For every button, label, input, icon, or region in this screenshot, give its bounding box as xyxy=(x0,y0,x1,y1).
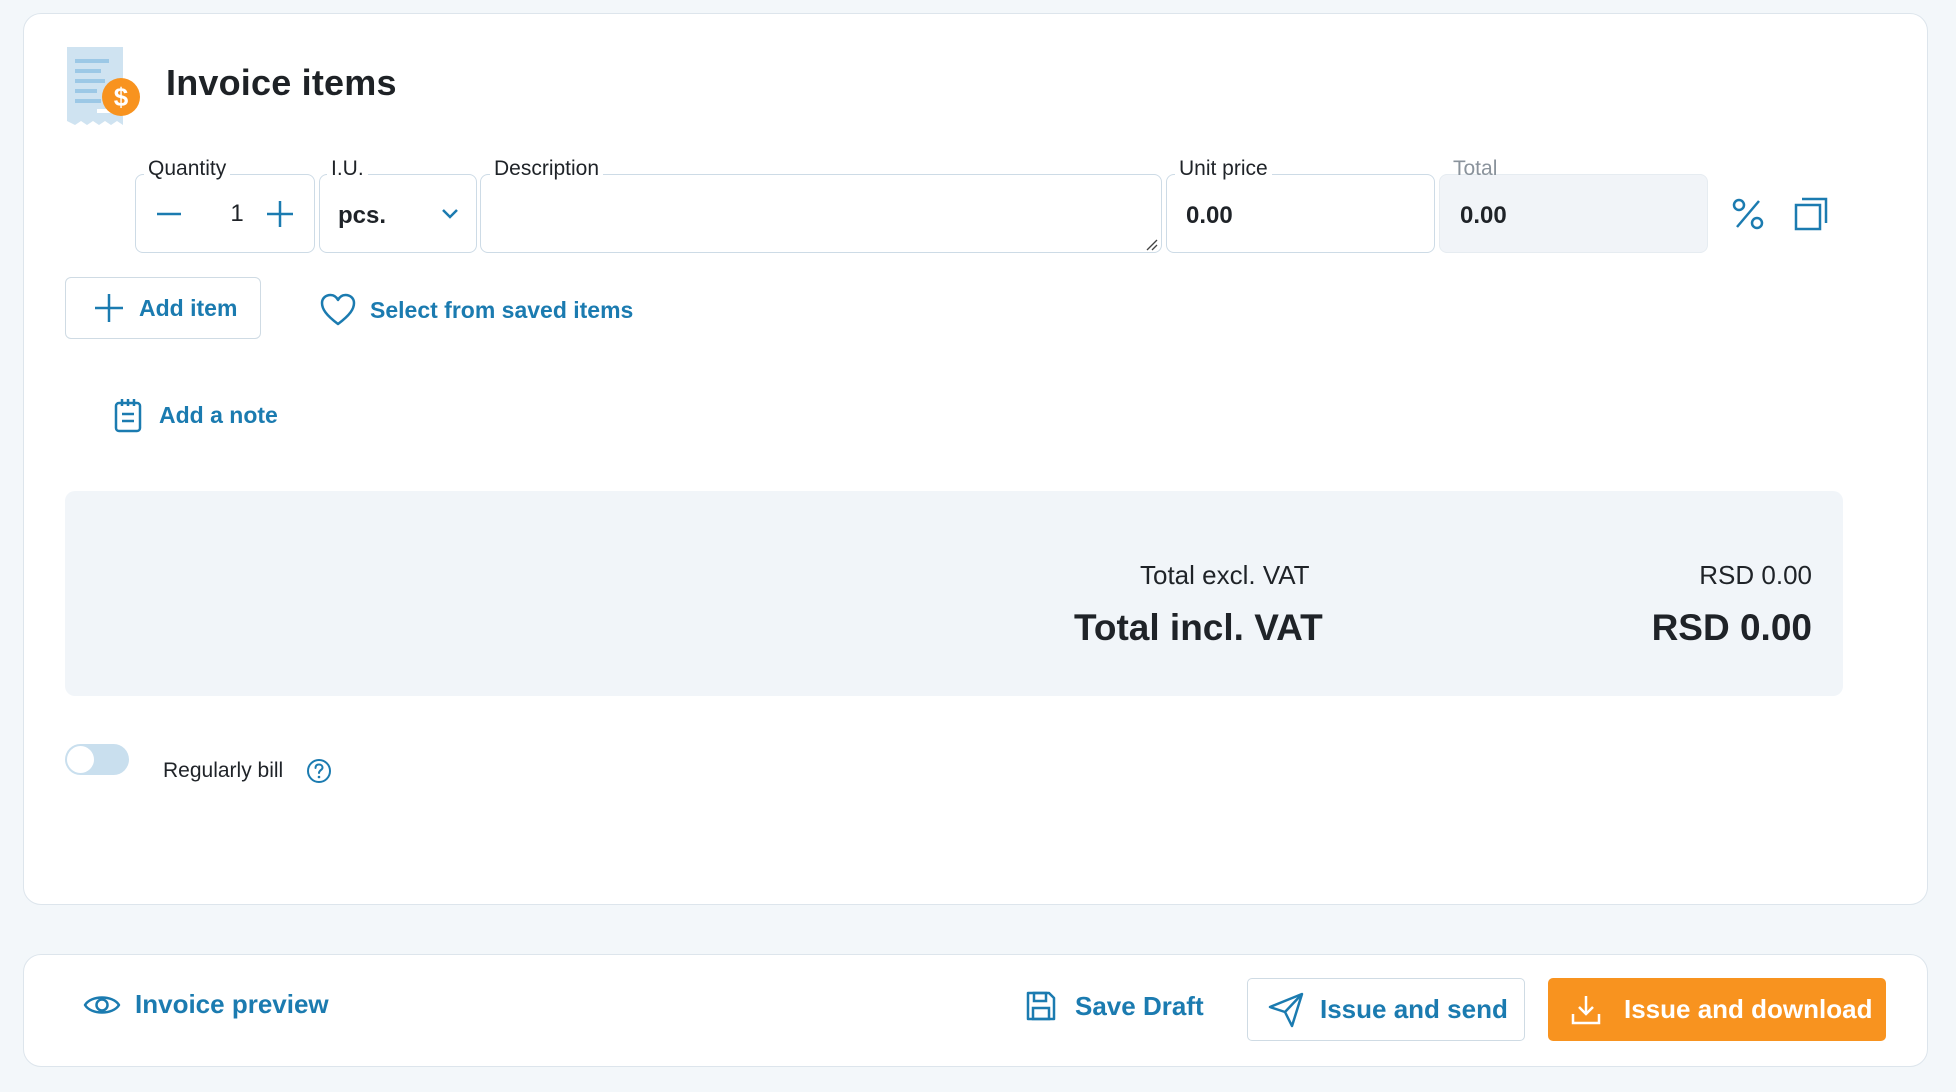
save-draft-label: Save Draft xyxy=(1075,990,1204,1021)
toggle-knob xyxy=(67,746,94,773)
notepad-icon xyxy=(111,397,145,433)
description-label: Description xyxy=(490,157,604,181)
unit-price-value[interactable]: 0.00 xyxy=(1186,202,1233,230)
section-title: Invoice items xyxy=(166,62,397,103)
plus-icon xyxy=(93,292,125,324)
percent-icon[interactable] xyxy=(1731,197,1765,231)
unit-label: I.U. xyxy=(327,157,368,181)
question-circle-icon[interactable] xyxy=(306,758,332,784)
copy-icon[interactable] xyxy=(1793,196,1829,232)
decrease-quantity-button[interactable] xyxy=(155,200,183,228)
select-saved-items-button[interactable]: Select from saved items xyxy=(320,293,633,327)
svg-text:$: $ xyxy=(114,82,129,112)
regularly-bill-toggle[interactable] xyxy=(65,744,129,775)
increase-quantity-button[interactable] xyxy=(265,199,295,229)
chevron-down-icon[interactable] xyxy=(440,206,460,222)
eye-icon xyxy=(83,992,121,1018)
total-excl-vat-label: Total excl. VAT xyxy=(1140,560,1310,590)
invoice-dollar-icon: $ xyxy=(61,45,141,129)
add-item-label: Add item xyxy=(139,294,238,321)
quantity-label: Quantity xyxy=(144,157,231,181)
total-excl-vat-value: RSD 0.00 xyxy=(1699,560,1812,590)
total-incl-vat-value: RSD 0.00 xyxy=(1651,607,1812,648)
resize-handle-icon[interactable] xyxy=(1146,238,1158,251)
issue-and-send-label: Issue and send xyxy=(1320,994,1508,1024)
paper-plane-icon xyxy=(1268,992,1304,1028)
issue-and-download-label: Issue and download xyxy=(1624,994,1873,1024)
description-textarea[interactable] xyxy=(480,174,1162,253)
totals-panel xyxy=(65,491,1843,696)
regularly-bill-label: Regularly bill xyxy=(163,759,284,782)
total-incl-vat-label: Total incl. VAT xyxy=(1074,607,1323,648)
quantity-value[interactable]: 1 xyxy=(222,200,252,228)
line-total-label: Total xyxy=(1453,157,1498,180)
floppy-icon xyxy=(1025,990,1057,1022)
issue-and-download-button[interactable]: Issue and download xyxy=(1548,978,1886,1041)
save-draft-button[interactable]: Save Draft xyxy=(1025,990,1204,1022)
unit-value[interactable]: pcs. xyxy=(338,202,386,230)
issue-and-send-button[interactable]: Issue and send xyxy=(1247,978,1525,1041)
add-note-button[interactable]: Add a note xyxy=(111,397,278,433)
invoice-preview-button[interactable]: Invoice preview xyxy=(83,989,329,1020)
download-icon xyxy=(1570,994,1602,1026)
line-total-value: 0.00 xyxy=(1460,202,1507,229)
heart-icon xyxy=(320,293,356,327)
invoice-preview-label: Invoice preview xyxy=(135,989,329,1019)
select-saved-items-label: Select from saved items xyxy=(370,296,634,323)
add-note-label: Add a note xyxy=(159,401,278,428)
unit-price-label: Unit price xyxy=(1175,157,1272,181)
add-item-button[interactable]: Add item xyxy=(65,277,261,339)
